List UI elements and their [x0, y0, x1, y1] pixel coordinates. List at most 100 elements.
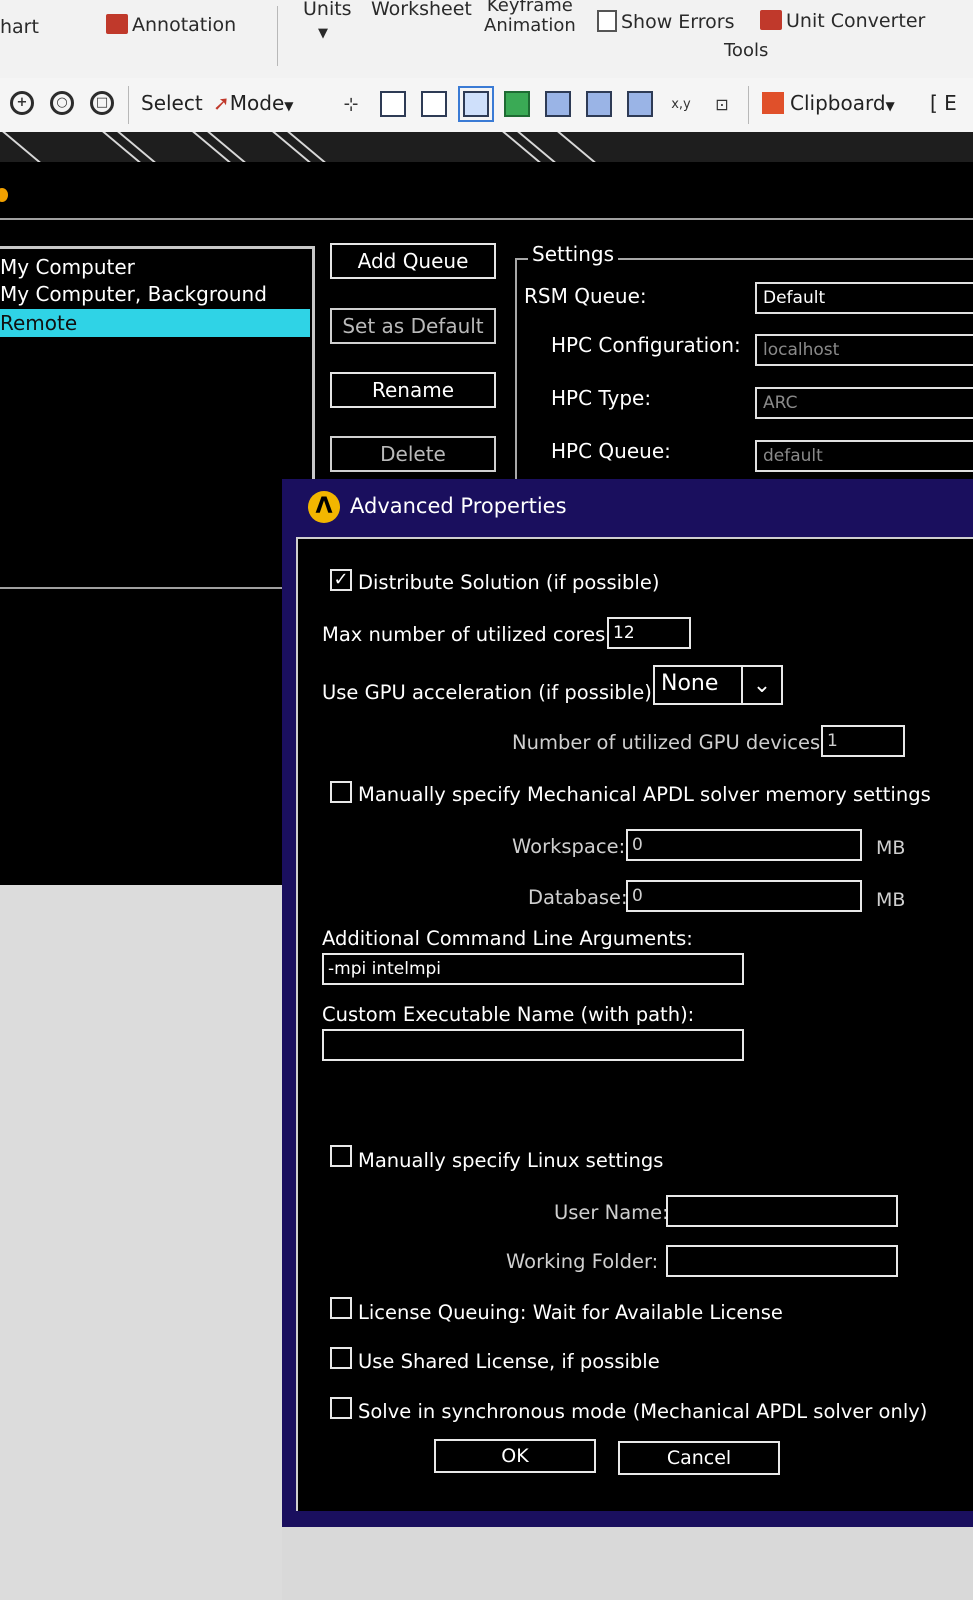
app-logo-icon	[0, 188, 8, 202]
chart-tab[interactable]: hart	[0, 16, 39, 38]
annotation-label: Annotation	[132, 14, 237, 36]
mode-dropdown-icon: ▼	[284, 99, 294, 113]
max-cores-label: Max number of utilized cores:	[322, 623, 612, 646]
units-dropdown-icon[interactable]: ▼	[318, 26, 328, 41]
sync-mode-checkbox[interactable]	[330, 1397, 352, 1419]
chevron-down-icon[interactable]: ⌄	[741, 667, 781, 703]
toolbar-divider	[128, 86, 129, 124]
settings-legend: Settings	[528, 242, 619, 266]
zoom-box-icon[interactable]: □	[90, 91, 114, 115]
units-button[interactable]: Units	[303, 0, 352, 20]
rename-button[interactable]: Rename	[330, 372, 496, 408]
cursor-icon: ➚	[213, 91, 230, 115]
label-icon[interactable]: ⊡	[709, 91, 735, 117]
zoom-in-icon[interactable]: +	[10, 91, 34, 115]
select-body-icon[interactable]	[458, 86, 494, 122]
gpu-devices-label: Number of utilized GPU devices:	[512, 731, 827, 754]
set-as-default-button[interactable]: Set as Default	[330, 308, 496, 344]
show-errors-icon	[597, 10, 617, 32]
select-element-face-icon[interactable]	[586, 91, 612, 117]
rsm-queue-label: RSM Queue:	[524, 284, 647, 308]
rsm-queue-field[interactable]: Default	[755, 282, 973, 314]
extend-button[interactable]: [ E	[930, 91, 957, 115]
workspace-unit: MB	[876, 837, 906, 859]
ribbon: hart Annotation Units ▼ Worksheet Keyfra…	[0, 0, 973, 79]
strip-line	[557, 132, 596, 162]
select-node-icon[interactable]	[545, 91, 571, 117]
title-divider	[0, 218, 973, 220]
manual-memory-checkbox[interactable]	[330, 781, 352, 803]
select-vertex-icon[interactable]: ⊹	[338, 91, 364, 117]
queue-item-my-computer-background[interactable]: My Computer, Background	[0, 280, 310, 308]
hpc-queue-label: HPC Queue:	[551, 439, 671, 463]
exe-name-input[interactable]	[322, 1029, 744, 1061]
license-queuing-label: License Queuing: Wait for Available Lice…	[358, 1301, 783, 1324]
user-name-input[interactable]	[666, 1195, 898, 1227]
show-errors-label: Show Errors	[621, 11, 735, 33]
working-folder-input[interactable]	[666, 1245, 898, 1277]
hpc-queue-field: default	[755, 440, 973, 472]
delete-button[interactable]: Delete	[330, 436, 496, 472]
cmd-args-label: Additional Command Line Arguments:	[322, 927, 693, 950]
database-input[interactable]	[626, 880, 862, 912]
sync-mode-label: Solve in synchronous mode (Mechanical AP…	[358, 1400, 928, 1423]
select-edge-icon[interactable]	[380, 91, 406, 117]
dialog-body: ✓ Distribute Solution (if possible) Max …	[296, 537, 973, 1511]
database-unit: MB	[876, 889, 906, 911]
gpu-acceleration-label: Use GPU acceleration (if possible)	[322, 681, 652, 704]
max-cores-input[interactable]	[607, 617, 691, 649]
unit-converter-label: Unit Converter	[786, 10, 926, 32]
clipboard-dropdown-icon: ▼	[885, 99, 895, 113]
queue-item-remote[interactable]: Remote	[0, 309, 310, 337]
mode-button[interactable]: ➚Mode▼	[213, 91, 294, 115]
coordinates-icon[interactable]: x,y	[668, 91, 694, 117]
mode-label: Mode	[229, 91, 285, 115]
ansys-logo-icon: Λ	[308, 491, 340, 523]
window-title-bar	[0, 178, 480, 208]
units-label: Units	[303, 0, 352, 20]
gpu-acceleration-value: None	[661, 671, 719, 696]
select-element-icon[interactable]	[627, 91, 653, 117]
hpc-configuration-field: localhost	[755, 334, 973, 366]
shared-license-label: Use Shared License, if possible	[358, 1350, 660, 1373]
show-errors-button[interactable]: Show Errors	[597, 10, 735, 33]
dialog-title-bar[interactable]: Λ Advanced Properties	[282, 479, 973, 535]
zoom-fit-icon[interactable]: ○	[50, 91, 74, 115]
list-divider	[0, 587, 282, 589]
annotation-button[interactable]: Annotation	[106, 14, 236, 36]
shared-license-checkbox[interactable]	[330, 1347, 352, 1369]
unit-converter-button[interactable]: Unit Converter	[760, 10, 925, 32]
cmd-args-input[interactable]	[322, 953, 744, 985]
database-label: Database:	[528, 886, 628, 909]
queue-item-my-computer[interactable]: My Computer	[0, 253, 310, 281]
gpu-devices-input[interactable]	[821, 725, 905, 757]
clipboard-label: Clipboard	[790, 91, 886, 115]
clipboard-icon	[762, 92, 784, 114]
graphics-strip	[0, 132, 973, 162]
worksheet-button[interactable]: Worksheet	[371, 0, 472, 20]
add-queue-button[interactable]: Add Queue	[330, 243, 496, 279]
toolbar-divider	[748, 86, 749, 124]
strip-line	[2, 132, 41, 162]
clipboard-button[interactable]: Clipboard▼	[762, 91, 895, 115]
select-label: Select	[141, 91, 203, 115]
cancel-button[interactable]: Cancel	[618, 1441, 780, 1475]
select-body-green-icon[interactable]	[504, 91, 530, 117]
hpc-configuration-label: HPC Configuration:	[551, 333, 741, 357]
user-name-label: User Name:	[554, 1201, 669, 1224]
workspace-label: Workspace:	[512, 835, 626, 858]
linux-settings-checkbox[interactable]	[330, 1145, 352, 1167]
toolbar: + ○ □ Select ➚Mode▼ ⊹ x,y ⊡ Clipboard▼ […	[0, 78, 973, 133]
license-queuing-checkbox[interactable]	[330, 1297, 352, 1319]
background-area	[0, 885, 282, 1600]
distribute-solution-checkbox[interactable]: ✓	[330, 569, 352, 591]
queue-list[interactable]: My Computer My Computer, Background Remo…	[0, 246, 315, 595]
keyframe-animation-button[interactable]: Keyframe Animation	[484, 0, 576, 36]
workspace-input[interactable]	[626, 829, 862, 861]
select-face-icon[interactable]	[421, 91, 447, 117]
advanced-properties-dialog: Λ Advanced Properties ✓ Distribute Solut…	[282, 479, 973, 1527]
dialog-title: Advanced Properties	[350, 494, 567, 518]
ok-button[interactable]: OK	[434, 1439, 596, 1473]
keyframe-label: Keyframe	[486, 0, 573, 16]
gpu-acceleration-select[interactable]: None ⌄	[653, 665, 783, 705]
